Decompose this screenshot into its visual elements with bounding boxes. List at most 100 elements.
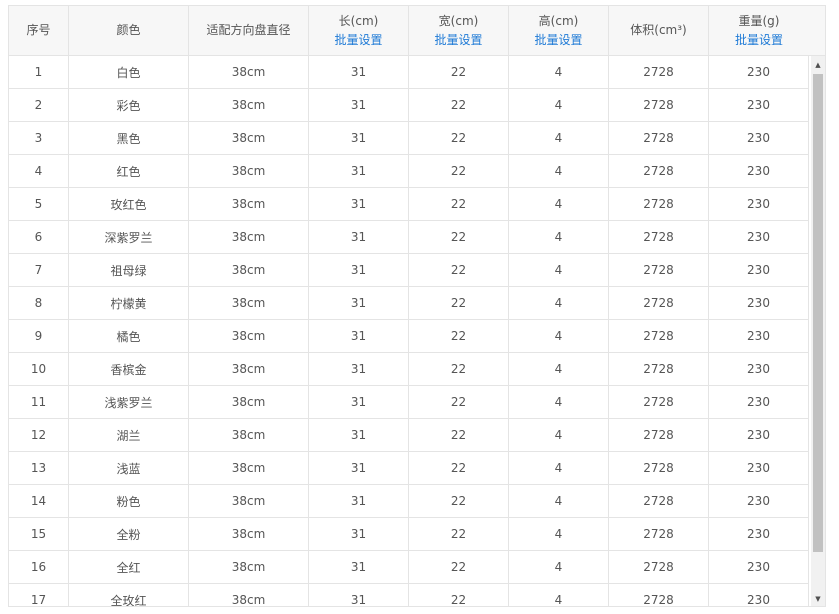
cell-height: 4: [509, 287, 609, 319]
cell-width: 22: [409, 122, 509, 154]
cell-color: 粉色: [69, 485, 189, 517]
cell-height: 4: [509, 254, 609, 286]
cell-diameter: 38cm: [189, 320, 309, 352]
table-body: 1 白色 38cm 31 22 4 2728 230 2 彩色 38cm 31 22 4 2728 230 3 黑…: [9, 56, 809, 606]
cell-volume: 2728: [609, 518, 709, 550]
cell-color: 全红: [69, 551, 189, 583]
cell-diameter: 38cm: [189, 56, 309, 88]
header-label: 适配方向盘直径: [206, 23, 291, 37]
cell-width: 22: [409, 452, 509, 484]
batch-set-weight-link[interactable]: 批量设置: [735, 31, 783, 50]
cell-weight: 230: [709, 386, 809, 418]
cell-length: 31: [309, 89, 409, 121]
cell-index: 3: [9, 122, 69, 154]
batch-set-height-link[interactable]: 批量设置: [534, 31, 582, 50]
cell-index: 14: [9, 485, 69, 517]
header-height: 高(cm) 批量设置: [509, 6, 609, 55]
cell-weight: 230: [709, 353, 809, 385]
cell-length: 31: [309, 386, 409, 418]
cell-index: 4: [9, 155, 69, 187]
cell-length: 31: [309, 56, 409, 88]
cell-diameter: 38cm: [189, 419, 309, 451]
cell-volume: 2728: [609, 386, 709, 418]
cell-diameter: 38cm: [189, 188, 309, 220]
cell-volume: 2728: [609, 155, 709, 187]
triangle-up-icon[interactable]: ▲: [811, 58, 825, 72]
table-row: 7 祖母绿 38cm 31 22 4 2728 230: [9, 254, 809, 287]
cell-weight: 230: [709, 155, 809, 187]
cell-weight: 230: [709, 122, 809, 154]
vertical-scrollbar[interactable]: ▲ ▼: [811, 56, 825, 606]
table-row: 9 橘色 38cm 31 22 4 2728 230: [9, 320, 809, 353]
cell-diameter: 38cm: [189, 452, 309, 484]
cell-height: 4: [509, 320, 609, 352]
cell-height: 4: [509, 551, 609, 583]
header-label: 序号: [26, 23, 51, 37]
cell-width: 22: [409, 89, 509, 121]
cell-index: 6: [9, 221, 69, 253]
table-row: 10 香槟金 38cm 31 22 4 2728 230: [9, 353, 809, 386]
cell-width: 22: [409, 485, 509, 517]
cell-weight: 230: [709, 188, 809, 220]
cell-volume: 2728: [609, 353, 709, 385]
cell-height: 4: [509, 155, 609, 187]
cell-diameter: 38cm: [189, 551, 309, 583]
cell-color: 柠檬黄: [69, 287, 189, 319]
cell-volume: 2728: [609, 89, 709, 121]
cell-index: 11: [9, 386, 69, 418]
cell-volume: 2728: [609, 221, 709, 253]
cell-volume: 2728: [609, 584, 709, 606]
cell-diameter: 38cm: [189, 221, 309, 253]
cell-index: 16: [9, 551, 69, 583]
header-label: 体积(cm³): [630, 23, 687, 37]
cell-length: 31: [309, 122, 409, 154]
cell-index: 10: [9, 353, 69, 385]
cell-length: 31: [309, 155, 409, 187]
cell-volume: 2728: [609, 452, 709, 484]
cell-height: 4: [509, 518, 609, 550]
cell-height: 4: [509, 485, 609, 517]
cell-width: 22: [409, 221, 509, 253]
table-row: 8 柠檬黄 38cm 31 22 4 2728 230: [9, 287, 809, 320]
cell-volume: 2728: [609, 320, 709, 352]
cell-weight: 230: [709, 584, 809, 606]
batch-set-width-link[interactable]: 批量设置: [434, 31, 482, 50]
cell-weight: 230: [709, 287, 809, 319]
cell-width: 22: [409, 287, 509, 319]
cell-width: 22: [409, 188, 509, 220]
cell-color: 彩色: [69, 89, 189, 121]
cell-length: 31: [309, 221, 409, 253]
cell-width: 22: [409, 518, 509, 550]
cell-volume: 2728: [609, 56, 709, 88]
cell-index: 7: [9, 254, 69, 286]
table-row: 3 黑色 38cm 31 22 4 2728 230: [9, 122, 809, 155]
header-label: 重量(g): [738, 13, 780, 28]
table-row: 6 深紫罗兰 38cm 31 22 4 2728 230: [9, 221, 809, 254]
cell-color: 深紫罗兰: [69, 221, 189, 253]
cell-diameter: 38cm: [189, 287, 309, 319]
cell-length: 31: [309, 320, 409, 352]
cell-index: 15: [9, 518, 69, 550]
cell-color: 湖兰: [69, 419, 189, 451]
cell-color: 玫红色: [69, 188, 189, 220]
spec-table: 序号 颜色 适配方向盘直径 长(cm) 批量设置 宽(cm) 批量设置 高(cm…: [8, 5, 826, 607]
header-wheel-diameter: 适配方向盘直径: [189, 6, 309, 55]
table-row: 13 浅蓝 38cm 31 22 4 2728 230: [9, 452, 809, 485]
triangle-down-icon[interactable]: ▼: [811, 592, 825, 606]
cell-weight: 230: [709, 452, 809, 484]
scrollbar-thumb[interactable]: [813, 74, 823, 552]
cell-height: 4: [509, 584, 609, 606]
table-row: 12 湖兰 38cm 31 22 4 2728 230: [9, 419, 809, 452]
table-row: 2 彩色 38cm 31 22 4 2728 230: [9, 89, 809, 122]
table-row: 1 白色 38cm 31 22 4 2728 230: [9, 56, 809, 89]
cell-diameter: 38cm: [189, 386, 309, 418]
cell-width: 22: [409, 353, 509, 385]
cell-length: 31: [309, 353, 409, 385]
cell-length: 31: [309, 452, 409, 484]
batch-set-length-link[interactable]: 批量设置: [334, 31, 382, 50]
cell-color: 香槟金: [69, 353, 189, 385]
table-row: 4 红色 38cm 31 22 4 2728 230: [9, 155, 809, 188]
cell-weight: 230: [709, 551, 809, 583]
header-label: 颜色: [116, 23, 141, 37]
cell-width: 22: [409, 320, 509, 352]
